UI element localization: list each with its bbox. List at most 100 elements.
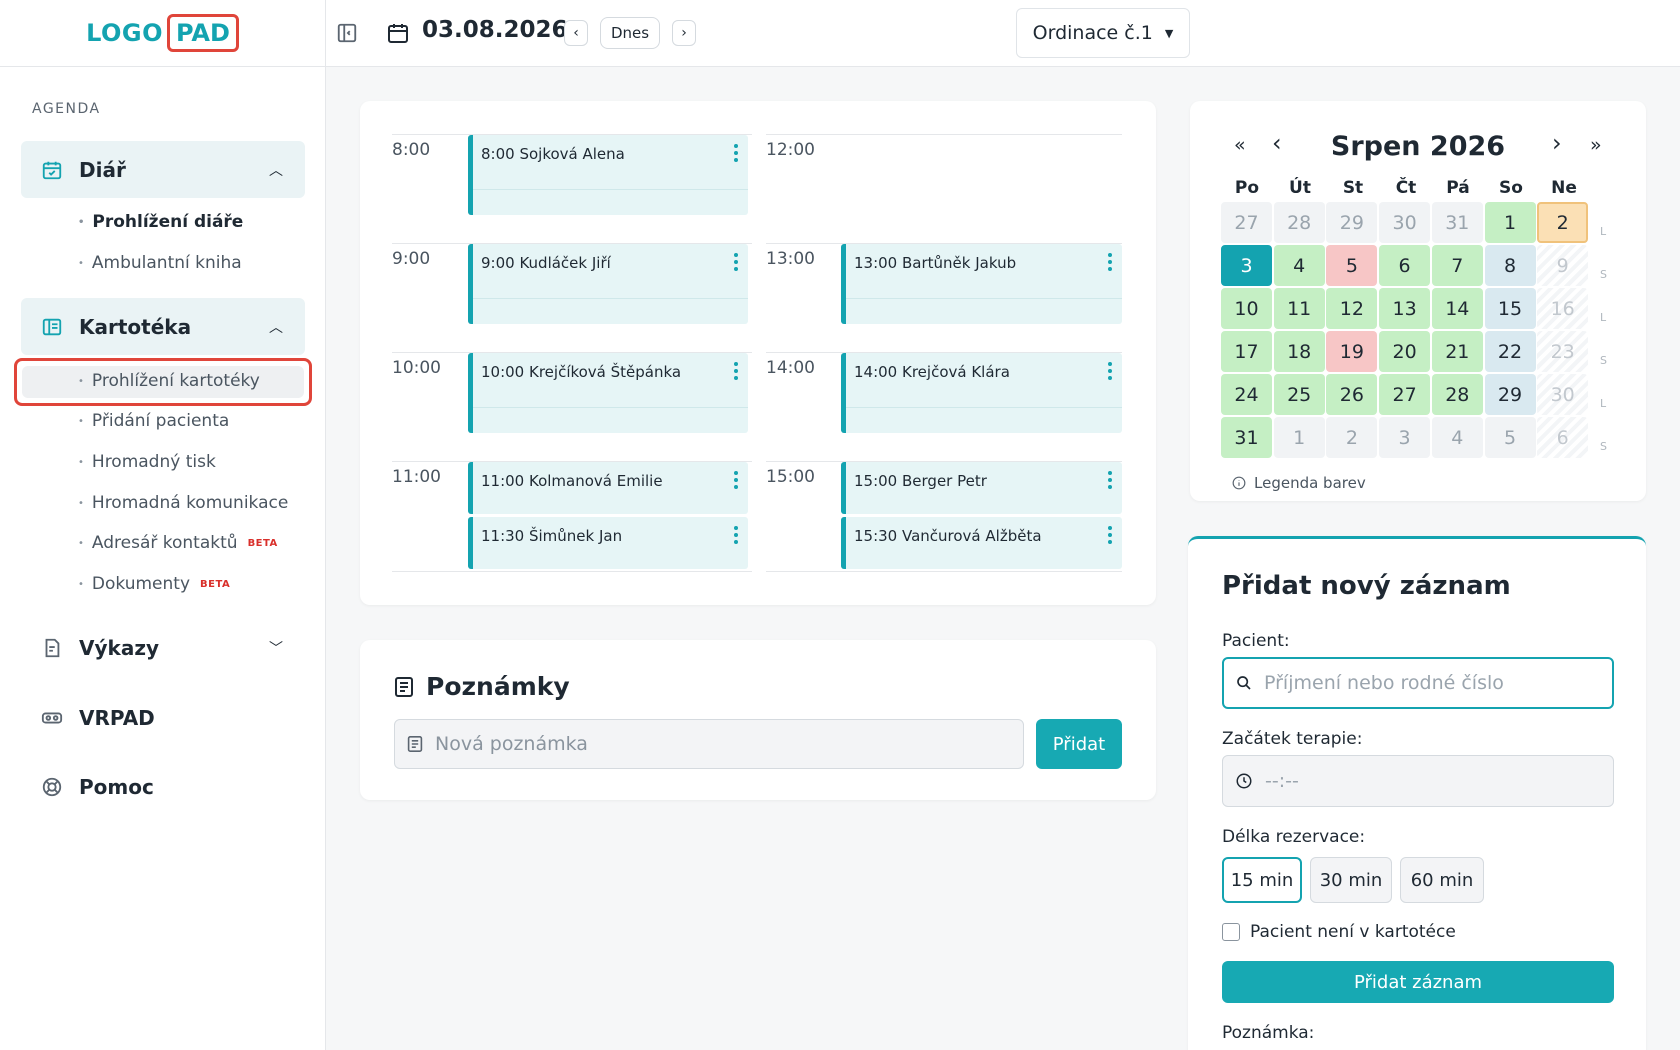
color-legend-label: Legenda barev [1254,474,1366,492]
calendar-day[interactable]: 20 [1379,331,1431,372]
weekday-label: Po [1234,178,1260,198]
calendar-day[interactable]: 16 [1537,288,1589,329]
logo[interactable]: LOGO PAD [0,0,325,67]
next-month-button[interactable]: › [1552,129,1562,157]
calendar-day[interactable]: 31 [1221,417,1272,458]
nav-group-kartoteka[interactable]: Kartotéka ︿ [21,298,305,355]
today-button[interactable]: Dnes [600,17,660,49]
weekday-label: St [1342,178,1364,198]
calendar-day[interactable]: 5 [1326,245,1378,286]
sidebar-item-hromadny-tisk[interactable]: • Hromadný tisk [78,452,216,472]
calendar-day[interactable]: 29 [1326,202,1378,243]
calendar-day[interactable]: 26 [1326,374,1378,415]
calendar-day[interactable]: 2 [1326,417,1378,458]
calendar-day[interactable]: 4 [1431,417,1483,458]
calendar-day[interactable]: 10 [1221,288,1272,329]
nav-pomoc[interactable]: Pomoc [21,762,305,812]
calendar-day[interactable]: 25 [1273,374,1325,415]
calendar-day[interactable]: 1 [1484,202,1536,243]
duration-15-button[interactable]: 15 min [1222,857,1302,903]
calendar-day[interactable]: 17 [1221,331,1272,372]
calendar-day[interactable]: 29 [1484,374,1536,415]
weekday-label: Pá [1446,178,1470,198]
calendar-day[interactable]: 18 [1273,331,1325,372]
color-legend-link[interactable]: Legenda barev [1232,474,1366,492]
calendar-day[interactable]: 1 [1273,417,1325,458]
calendar-day[interactable]: 13 [1379,288,1431,329]
calendar-day[interactable]: 14 [1431,288,1483,329]
appointment[interactable]: 11:00 Kolmanová Emilie [468,462,748,514]
sidebar-item-dokumenty[interactable]: • Dokumenty BETA [78,574,230,594]
clinic-select[interactable]: Ordinace č.1 ▼ [1016,8,1190,58]
calendar-day[interactable]: 27 [1379,374,1431,415]
sidebar-item-prohlizeni-kartoteky[interactable]: • Prohlížení kartotéky [78,371,260,391]
kebab-menu-icon[interactable] [1108,526,1112,547]
not-in-registry-checkbox[interactable] [1222,923,1240,941]
calendar-day[interactable]: 30 [1537,374,1589,415]
duration-60-button[interactable]: 60 min [1400,857,1484,903]
calendar-day[interactable]: 28 [1273,202,1325,243]
sidebar-item-pridani-pacienta[interactable]: • Přidání pacienta [78,411,229,431]
nav-group-vykazy[interactable]: Výkazy ﹀ [21,623,305,673]
add-record-button[interactable]: Přidat záznam [1222,961,1614,1003]
week-mark: L [1600,397,1607,410]
calendar-day[interactable]: 7 [1431,245,1483,286]
calendar-day[interactable]: 22 [1484,331,1536,372]
nav-vrpad[interactable]: VRPAD [21,693,305,743]
kebab-menu-icon[interactable] [734,144,738,165]
calendar-day[interactable]: 3 [1379,417,1431,458]
new-note-input[interactable]: Nová poznámka [394,719,1024,769]
patient-search-placeholder: Příjmení nebo rodné číslo [1264,672,1504,694]
appointment[interactable]: 8:00 Sojková Alena [468,135,748,215]
sidebar-collapse-icon[interactable] [336,22,358,44]
sidebar-item-adresar-kontaktu[interactable]: • Adresář kontaktů BETA [78,533,278,553]
calendar-day[interactable]: 4 [1273,245,1325,286]
appointment[interactable]: 14:00 Krejčová Klára [841,353,1122,433]
calendar-day[interactable]: 24 [1221,374,1272,415]
calendar-day[interactable]: 15 [1484,288,1536,329]
calendar-day[interactable]: 23 [1537,331,1589,372]
calendar-day[interactable]: 11 [1273,288,1325,329]
calendar-day[interactable]: 8 [1484,245,1536,286]
kebab-menu-icon[interactable] [734,471,738,492]
prev-day-button[interactable]: ‹ [564,20,588,46]
calendar-day[interactable]: 2 [1537,202,1589,243]
kebab-menu-icon[interactable] [1108,362,1112,383]
appointment[interactable]: 15:30 Vančurová Alžběta [841,517,1122,569]
sidebar-item-prohlizeni-diare[interactable]: • Prohlížení diáře [78,212,243,232]
not-in-registry-row[interactable]: Pacient není v kartotéce [1222,922,1456,942]
nav-group-diar[interactable]: Diář ︿ [21,141,305,198]
calendar-day[interactable]: 19 [1326,331,1378,372]
kebab-menu-icon[interactable] [1108,253,1112,274]
appointment[interactable]: 13:00 Bartůněk Jakub [841,244,1122,324]
patient-search-input[interactable]: Příjmení nebo rodné číslo [1222,657,1614,709]
kebab-menu-icon[interactable] [734,362,738,383]
calendar-day[interactable]: 5 [1484,417,1536,458]
calendar-day[interactable]: 6 [1537,417,1589,458]
calendar-day[interactable]: 9 [1537,245,1589,286]
appointment[interactable]: 9:00 Kudláček Jiří [468,244,748,324]
calendar-day[interactable]: 12 [1326,288,1378,329]
next-day-button[interactable]: › [672,20,696,46]
kebab-menu-icon[interactable] [1108,471,1112,492]
appointment[interactable]: 10:00 Krejčíková Štěpánka [468,353,748,433]
appointment[interactable]: 11:30 Šimůnek Jan [468,517,748,569]
duration-30-button[interactable]: 30 min [1310,857,1392,903]
nav-vrpad-label: VRPAD [79,706,155,730]
last-month-button[interactable]: » [1590,134,1602,156]
calendar-day[interactable]: 30 [1379,202,1431,243]
sidebar-item-ambulantni-kniha[interactable]: • Ambulantní kniha [78,253,242,273]
calendar-day[interactable]: 28 [1431,374,1483,415]
calendar-day[interactable]: 31 [1431,202,1483,243]
calendar-day[interactable]: 27 [1221,202,1272,243]
weekday-label: So [1499,178,1523,198]
calendar-day[interactable]: 6 [1379,245,1431,286]
add-note-button[interactable]: Přidat [1036,719,1122,769]
kebab-menu-icon[interactable] [734,253,738,274]
kebab-menu-icon[interactable] [734,526,738,547]
appointment[interactable]: 15:00 Berger Petr [841,462,1122,514]
sidebar-item-hromadna-komunikace[interactable]: • Hromadná komunikace [78,493,288,513]
calendar-day[interactable]: 3 [1221,245,1272,286]
calendar-day[interactable]: 21 [1431,331,1483,372]
therapy-start-input[interactable]: --:-- [1222,755,1614,807]
